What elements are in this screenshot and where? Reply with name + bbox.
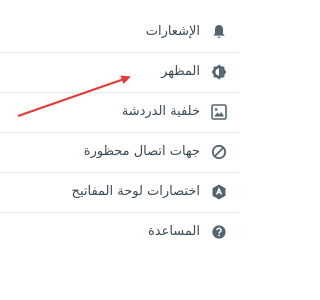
wallpaper-icon [211, 104, 227, 120]
bell-icon [211, 24, 227, 40]
menu-item-label: المساعدة [147, 224, 200, 239]
menu-item-chat-wallpaper[interactable]: خلفية الدردشة [0, 92, 239, 132]
menu-item-theme[interactable]: المظهر [0, 52, 239, 92]
block-icon [211, 144, 227, 160]
keyboard-shortcuts-icon [211, 184, 227, 200]
help-icon [211, 224, 227, 240]
menu-item-label: جهات اتصال محظورة [83, 144, 200, 159]
menu-item-label: الإشعارات [145, 24, 200, 39]
menu-item-label: المظهر [161, 64, 200, 79]
menu-item-keyboard-shortcuts[interactable]: اختصارات لوحة المفاتيح [0, 172, 239, 212]
settings-menu: الإشعارات المظهر خلفية الدردشة جهات اتصا… [0, 0, 239, 300]
menu-item-help[interactable]: المساعدة [0, 212, 239, 252]
menu-item-label: اختصارات لوحة المفاتيح [71, 184, 200, 199]
theme-icon [211, 64, 227, 80]
menu-item-notifications[interactable]: الإشعارات [0, 12, 239, 52]
menu-item-label: خلفية الدردشة [121, 104, 200, 119]
menu-item-blocked-contacts[interactable]: جهات اتصال محظورة [0, 132, 239, 172]
